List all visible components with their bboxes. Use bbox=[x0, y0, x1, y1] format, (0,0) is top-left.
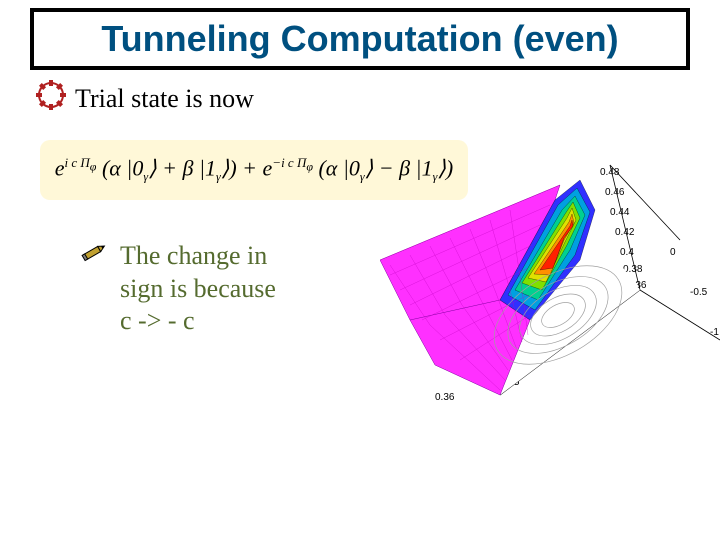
ytick: 0 bbox=[670, 247, 676, 258]
para-l2: sign is because bbox=[120, 274, 276, 303]
xtick: 0.36 bbox=[435, 392, 455, 403]
pencil-bullet-icon bbox=[80, 238, 108, 266]
title-frame: Tunneling Computation (even) bbox=[30, 8, 690, 70]
para-l3: c -> - c bbox=[120, 306, 195, 335]
ztick: 0.44 bbox=[610, 207, 630, 218]
gear-bullet-icon bbox=[36, 80, 66, 110]
trial-state-text: Trial state is now bbox=[75, 84, 254, 114]
ytick: -0.5 bbox=[690, 287, 708, 298]
page-title: Tunneling Computation (even) bbox=[101, 18, 618, 60]
surface-plot: 0.48 0.46 0.44 0.42 0.4 0.38 0.36 0 -0.5… bbox=[380, 150, 720, 410]
ztick: 0.46 bbox=[605, 187, 625, 198]
para-l1: The change in bbox=[120, 241, 267, 270]
change-in-sign-text: The change in sign is because c -> - c bbox=[120, 240, 276, 338]
